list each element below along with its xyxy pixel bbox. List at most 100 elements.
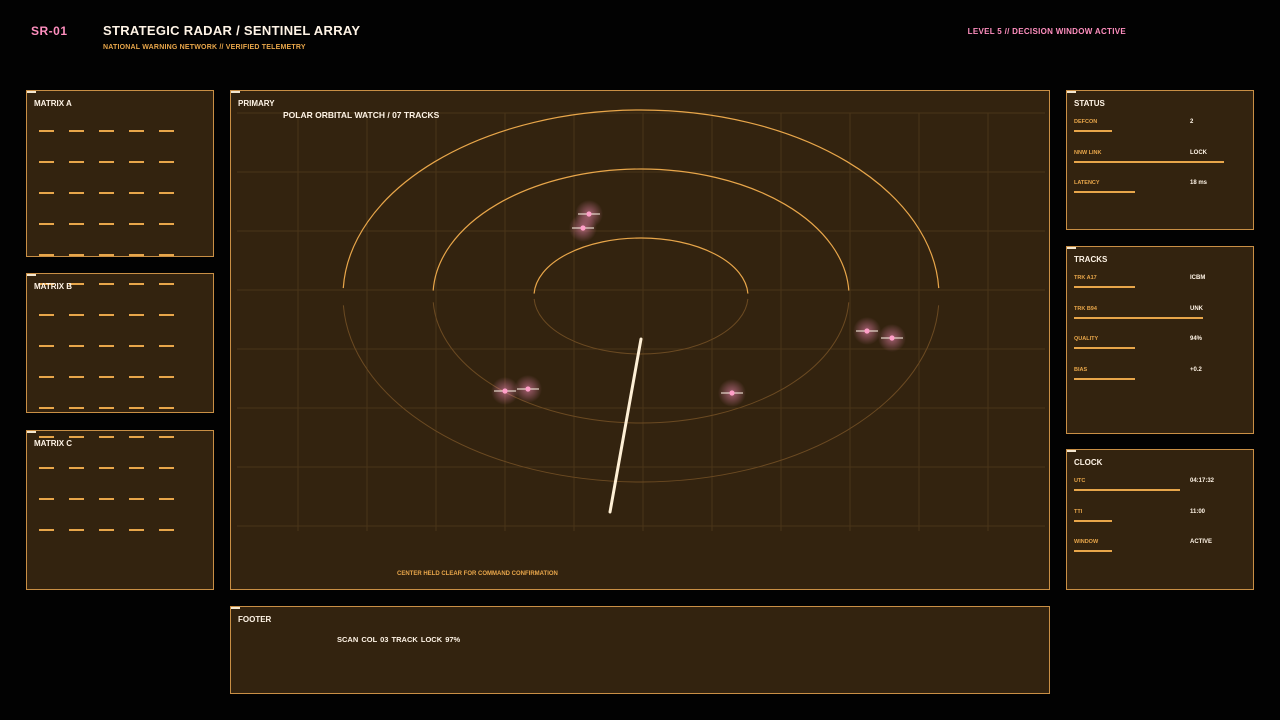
radar-sweep-line — [608, 337, 643, 514]
panel-tab-marker — [27, 91, 36, 93]
matrix-cell — [39, 192, 54, 194]
matrix-row — [39, 130, 174, 132]
matrix-cell — [159, 283, 174, 285]
matrix-cell — [99, 498, 114, 500]
panel-tab-marker — [27, 274, 36, 276]
matrix-cell — [99, 407, 114, 409]
clock-label: WINDOW — [1074, 539, 1099, 545]
matrix-cell — [69, 498, 84, 500]
clock-level-bar — [1074, 489, 1180, 491]
matrix-row — [39, 223, 174, 225]
panel-tab-marker — [27, 431, 36, 433]
matrix-cell — [39, 407, 54, 409]
tracks-title: TRACKS — [1074, 255, 1108, 264]
matrix-cell — [159, 467, 174, 469]
matrix-cell — [129, 498, 144, 500]
matrix-row — [39, 192, 174, 194]
matrix-row — [39, 161, 174, 163]
status-title: STATUS — [1074, 99, 1105, 108]
matrix-cell — [39, 467, 54, 469]
matrix-cell — [99, 376, 114, 378]
matrix-row — [39, 345, 174, 347]
clock-panel: CLOCK UTC 04:17:32 TTI 11:00 WINDOW ACTI… — [1066, 449, 1254, 590]
system-code: SR-01 — [31, 24, 68, 38]
status-value: 18 ms — [1190, 180, 1208, 186]
matrix-cell — [99, 436, 114, 438]
radar-ring-arc — [432, 302, 850, 424]
matrix-cell — [129, 223, 144, 225]
matrix-cell — [129, 130, 144, 132]
clock-row-utc: UTC 04:17:32 — [1074, 478, 1246, 502]
matrix-cell — [99, 130, 114, 132]
matrix-cell — [99, 314, 114, 316]
clock-label: UTC — [1074, 478, 1086, 484]
matrix-cell — [69, 192, 84, 194]
status-label: NNW LINK — [1074, 150, 1102, 156]
track-label: QUALITY — [1074, 336, 1099, 342]
track-value: ICBM — [1190, 275, 1206, 281]
page-subtitle: NATIONAL WARNING NETWORK // VERIFIED TEL… — [103, 44, 306, 51]
matrix-cell — [69, 130, 84, 132]
matrix-row — [39, 254, 174, 256]
tracks-panel: TRACKS TRK A17 ICBM TRK B94 UNK QUALITY … — [1066, 246, 1254, 434]
matrix-cell — [39, 161, 54, 163]
matrix-cell — [129, 314, 144, 316]
matrix-cell — [69, 407, 84, 409]
panel-tab-marker — [1067, 450, 1076, 452]
track-blip — [729, 390, 735, 396]
matrix-cell — [39, 254, 54, 256]
alert-level-indicator: LEVEL 5 // DECISION WINDOW ACTIVE — [967, 27, 1126, 36]
matrix-cell — [99, 529, 114, 531]
matrix-row — [39, 436, 174, 438]
matrix-cell — [39, 314, 54, 316]
footer-status-text: SCAN COL 03 TRACK LOCK 97% — [337, 635, 461, 644]
matrix-b-panel: MATRIX B — [26, 273, 214, 413]
matrix-cell — [69, 223, 84, 225]
status-value: 2 — [1190, 119, 1194, 125]
matrix-row — [39, 529, 174, 531]
primary-title: PRIMARY — [238, 99, 275, 108]
matrix-cell — [159, 498, 174, 500]
matrix-b-title: MATRIX B — [34, 282, 73, 291]
matrix-cell — [159, 130, 174, 132]
clock-row-tti: TTI 11:00 — [1074, 509, 1246, 533]
track-level-bar — [1074, 286, 1135, 288]
matrix-cell — [159, 223, 174, 225]
matrix-cell — [129, 254, 144, 256]
status-panel: STATUS DEFCON 2 NNW LINK LOCK LATENCY 18… — [1066, 90, 1254, 230]
matrix-cell — [69, 161, 84, 163]
primary-note: CENTER HELD CLEAR FOR COMMAND CONFIRMATI… — [397, 571, 558, 577]
matrix-row — [39, 467, 174, 469]
track-level-bar — [1074, 378, 1135, 380]
track-level-bar — [1074, 347, 1135, 349]
matrix-cell — [129, 467, 144, 469]
matrix-cell — [99, 192, 114, 194]
matrix-cell — [99, 467, 114, 469]
matrix-cell — [129, 407, 144, 409]
matrix-cell — [69, 467, 84, 469]
track-label: TRK B94 — [1074, 306, 1097, 312]
matrix-cell — [129, 529, 144, 531]
matrix-cell — [69, 345, 84, 347]
radar-ring-arc — [342, 109, 940, 289]
matrix-cell — [159, 529, 174, 531]
matrix-cell — [69, 314, 84, 316]
matrix-cell — [129, 192, 144, 194]
track-row-quality: QUALITY 94% — [1074, 336, 1246, 360]
matrix-cell — [99, 345, 114, 347]
matrix-row — [39, 498, 174, 500]
clock-row-window: WINDOW ACTIVE — [1074, 539, 1246, 563]
radar-display — [237, 109, 1045, 531]
matrix-row — [39, 407, 174, 409]
matrix-c-panel: MATRIX C — [26, 430, 214, 590]
page-title: STRATEGIC RADAR / SENTINEL ARRAY — [103, 23, 361, 38]
status-label: LATENCY — [1074, 180, 1100, 186]
status-row-latency: LATENCY 18 ms — [1074, 180, 1246, 204]
radar-ring-arc — [432, 168, 850, 291]
radar-ring-arc — [533, 237, 749, 294]
clock-level-bar — [1074, 550, 1112, 552]
matrix-cell — [159, 161, 174, 163]
clock-label: TTI — [1074, 509, 1083, 515]
track-label: BIAS — [1074, 367, 1088, 373]
track-level-bar — [1074, 317, 1203, 319]
